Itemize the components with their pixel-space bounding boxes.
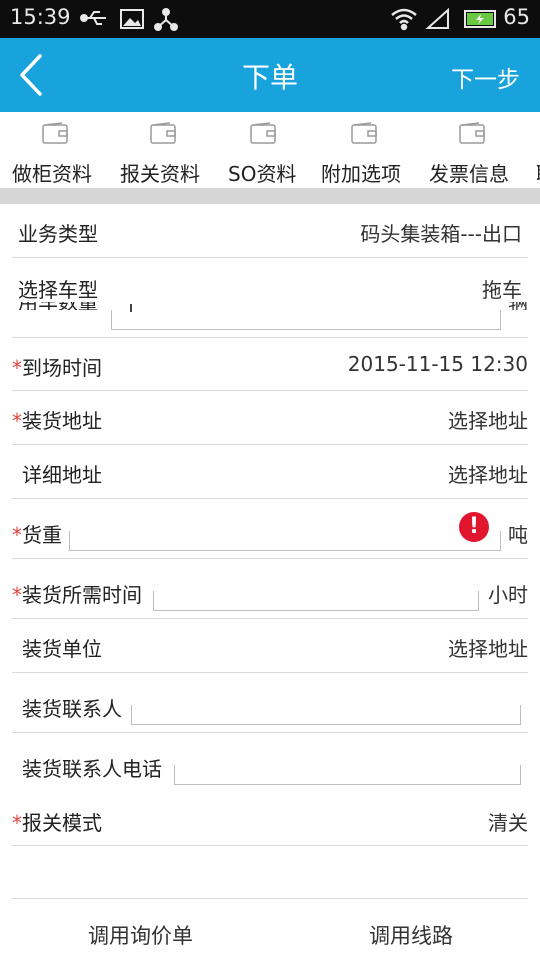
- loading-contact-phone-label: 装货联系人电话: [22, 757, 162, 781]
- image-icon: [120, 9, 144, 29]
- tab-label: SO资料: [228, 162, 297, 186]
- required-mark: *: [12, 356, 22, 380]
- arrival-time-value[interactable]: 2015-11-15 12:30: [348, 352, 528, 376]
- battery-icon: [464, 10, 496, 28]
- detail-address-row[interactable]: 详细地址 选择地址: [0, 445, 540, 499]
- cargo-weight-unit: 吨: [508, 523, 528, 547]
- customs-mode-label: *报关模式: [12, 811, 102, 835]
- wallet-icon: [351, 122, 377, 144]
- tab-extra-options[interactable]: 附加选项: [321, 120, 411, 188]
- tab-so-info[interactable]: SO资料: [228, 120, 308, 188]
- load-route-button[interactable]: 调用线路: [369, 920, 453, 950]
- battery-level: 65: [503, 5, 530, 29]
- tab-contact-partial[interactable]: 联: [536, 120, 540, 188]
- arrival-time-label: *到场时间: [12, 356, 102, 380]
- loading-contact-row: 装货联系人: [0, 673, 540, 733]
- cargo-weight-input[interactable]: [69, 531, 501, 551]
- tab-label: 报关资料: [120, 162, 200, 186]
- wallet-icon: [459, 122, 485, 144]
- vehicle-type-label: 选择车型: [18, 278, 98, 302]
- tab-label: 附加选项: [321, 162, 401, 186]
- loading-address-row[interactable]: *装货地址 选择地址: [0, 391, 540, 445]
- required-mark: *: [12, 409, 22, 433]
- cargo-weight-label: *货重: [12, 523, 62, 547]
- wallet-icon: [250, 122, 276, 144]
- system-icons: [391, 7, 496, 31]
- row-divider: [12, 845, 528, 846]
- next-step-button[interactable]: 下一步: [451, 60, 520, 94]
- loading-duration-row: *装货所需时间 小时: [0, 559, 540, 619]
- tab-customs-info[interactable]: 报关资料: [120, 120, 210, 188]
- loading-duration-label: *装货所需时间: [12, 583, 142, 607]
- loading-contact-input[interactable]: [131, 705, 521, 725]
- tab-container-info[interactable]: 做柜资料: [12, 120, 102, 188]
- business-type-label: 业务类型: [18, 222, 98, 246]
- vehicle-count-label: 用车数量: [18, 302, 98, 310]
- loading-duration-input[interactable]: [153, 591, 479, 611]
- loading-contact-phone-input[interactable]: [174, 765, 521, 785]
- vehicle-type-row[interactable]: 选择车型 拖车 用车数量 辆: [0, 258, 540, 338]
- loading-unit-row[interactable]: 装货单位 选择地址: [0, 619, 540, 673]
- notification-icons: [80, 8, 178, 31]
- tab-label: 发票信息: [429, 162, 509, 186]
- usb-icon: [80, 11, 106, 25]
- wallet-icon: [42, 122, 68, 144]
- tab-label: 联: [536, 158, 540, 187]
- detail-address-label: 详细地址: [22, 463, 102, 487]
- status-time: 15:39: [10, 5, 71, 29]
- section-tabs: 做柜资料 报关资料 SO资料 附加选项 发票信息 联: [0, 112, 540, 188]
- loading-address-select[interactable]: 选择地址: [448, 405, 528, 434]
- customs-mode-value[interactable]: 清关: [488, 807, 528, 836]
- load-quotation-button[interactable]: 调用询价单: [88, 920, 193, 950]
- required-mark: *: [12, 583, 22, 607]
- required-mark: *: [12, 523, 22, 547]
- footer-divider: [12, 898, 528, 899]
- loading-contact-label: 装货联系人: [22, 697, 122, 721]
- vehicle-type-value: 拖车: [482, 278, 522, 302]
- loading-address-label: *装货地址: [12, 409, 102, 433]
- loading-contact-phone-row: 装货联系人电话: [0, 733, 540, 793]
- divider-band: [0, 188, 540, 204]
- detail-address-select[interactable]: 选择地址: [448, 459, 528, 488]
- vehicle-count-input[interactable]: [111, 304, 501, 330]
- loading-unit-select[interactable]: 选择地址: [448, 633, 528, 662]
- loading-duration-unit: 小时: [488, 583, 528, 607]
- cargo-weight-row: *货重 ! 吨: [0, 499, 540, 559]
- business-type-value: 码头集装箱---出口: [360, 222, 522, 246]
- share-icon: [154, 8, 178, 31]
- vehicle-count-unit: 辆: [508, 302, 528, 310]
- wallet-icon: [150, 122, 176, 144]
- vehicle-count-row: 用车数量 辆: [0, 302, 540, 310]
- error-icon: !: [459, 512, 489, 542]
- tab-label: 做柜资料: [12, 162, 92, 186]
- signal-icon: [425, 7, 449, 29]
- customs-mode-row[interactable]: *报关模式 清关: [0, 793, 540, 847]
- loading-unit-label: 装货单位: [22, 637, 102, 661]
- required-mark: *: [12, 811, 22, 835]
- business-type-row[interactable]: 业务类型 码头集装箱---出口: [0, 204, 540, 258]
- tab-invoice-info[interactable]: 发票信息: [429, 120, 519, 188]
- nav-bar: 下单 下一步: [0, 38, 540, 112]
- wifi-icon: [391, 8, 417, 31]
- status-bar: 15:39 65: [0, 0, 540, 38]
- arrival-time-row[interactable]: *到场时间 2015-11-15 12:30: [0, 338, 540, 391]
